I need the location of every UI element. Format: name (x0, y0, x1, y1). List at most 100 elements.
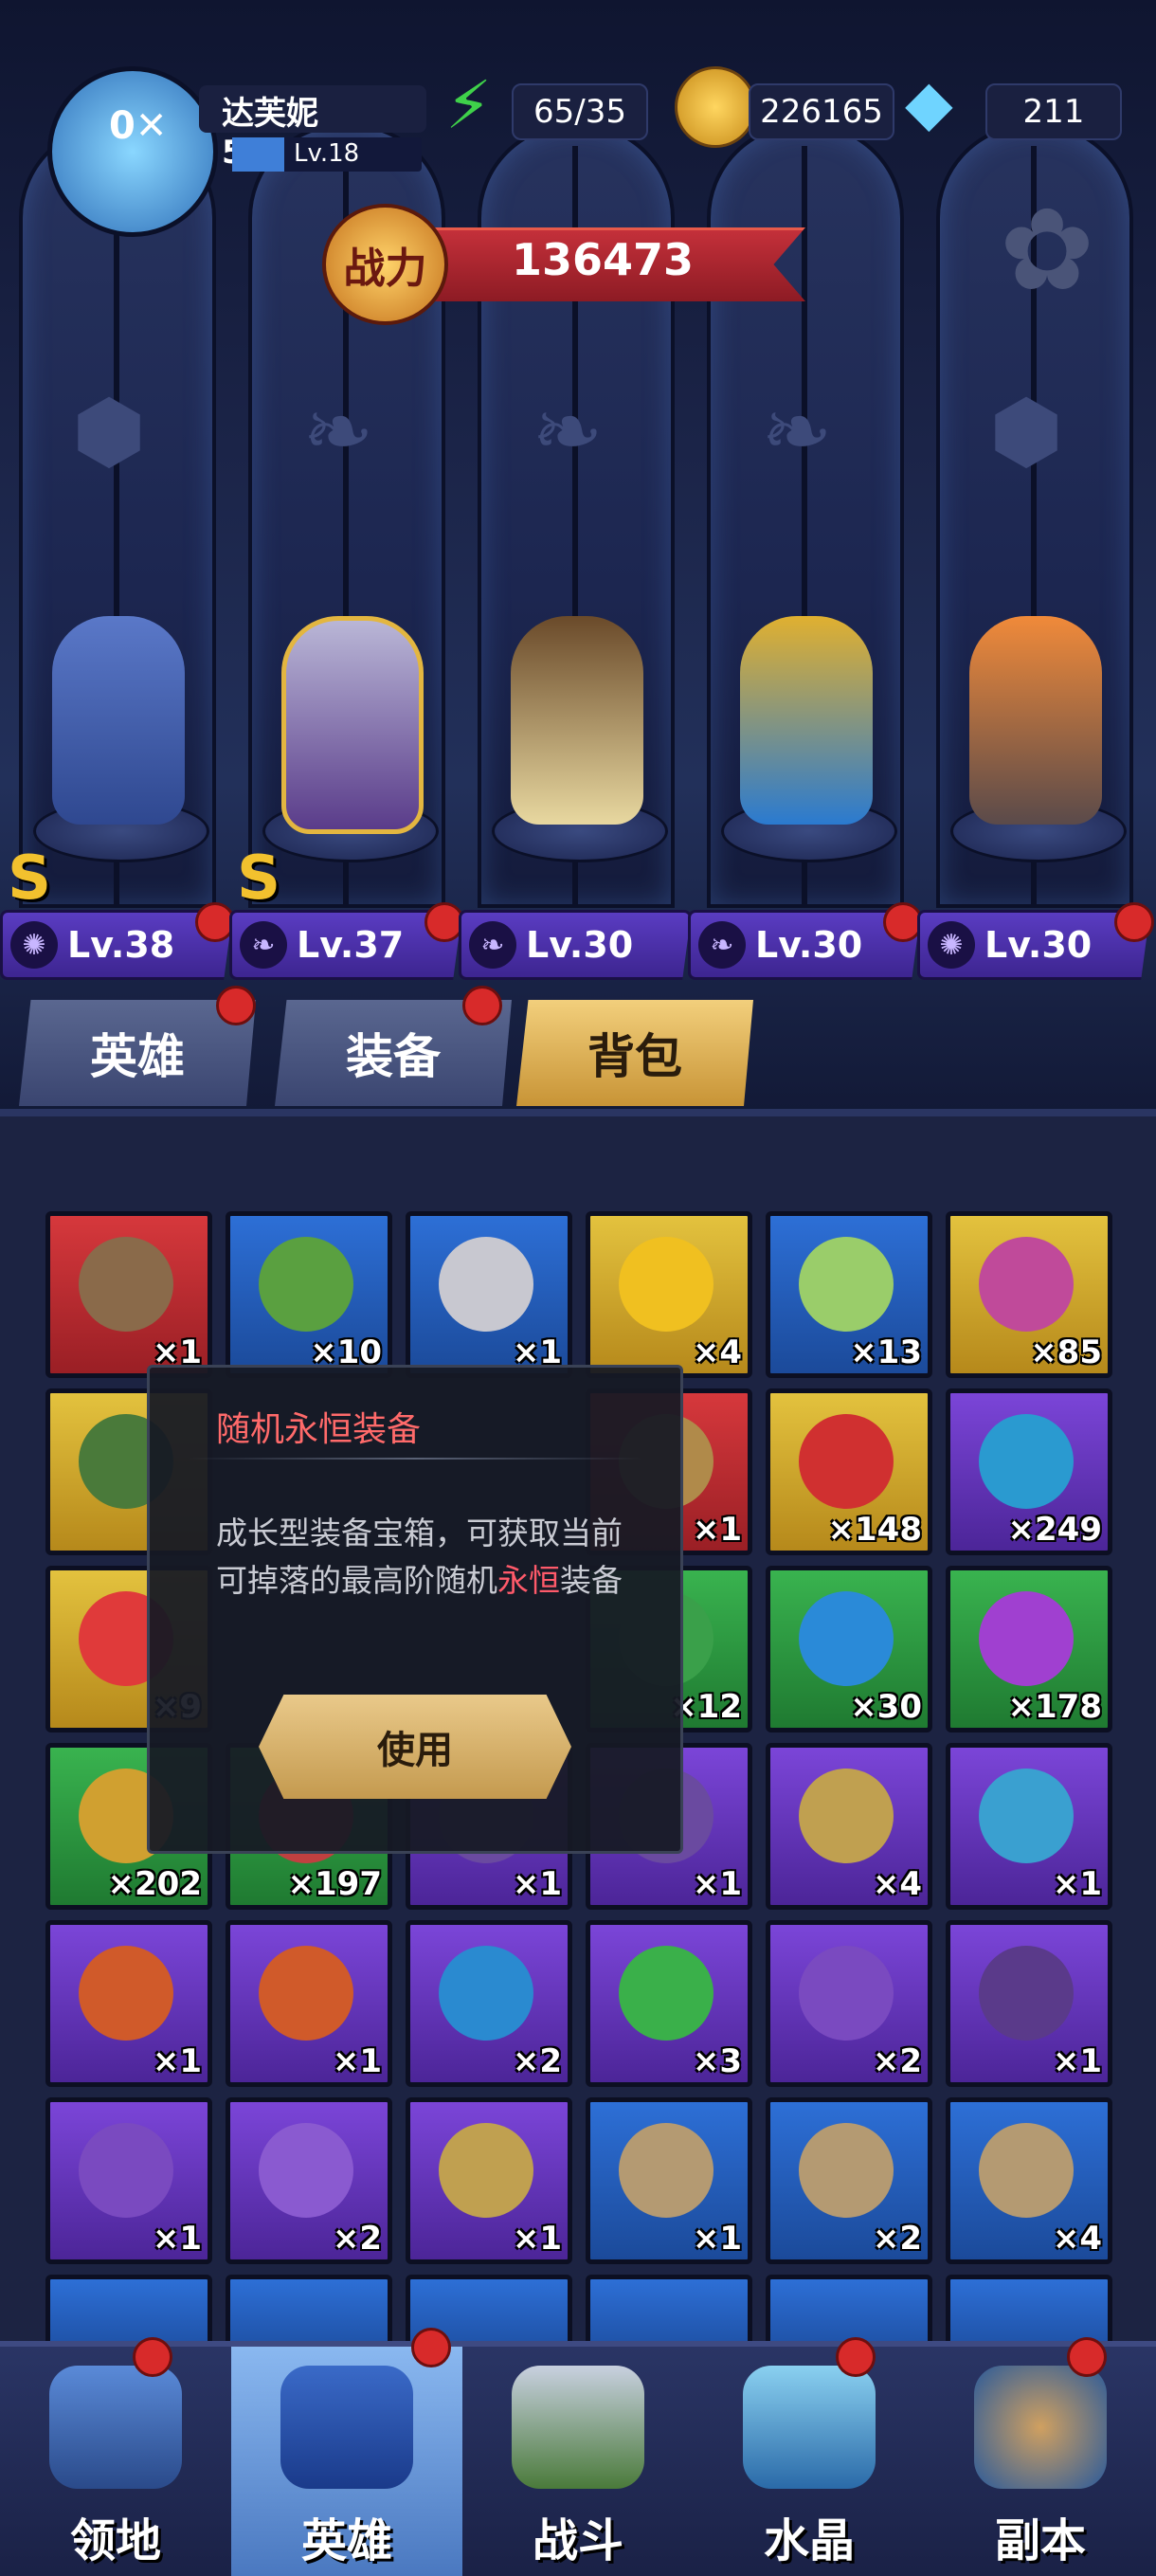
item-count: ×1 (692, 2220, 742, 2258)
power-banner: 战力 136473 (322, 204, 815, 325)
exp-fill (232, 137, 284, 172)
player-level: Lv.18 (294, 139, 360, 168)
inventory-slot[interactable]: ×148 (766, 1388, 932, 1555)
settings-flower-icon[interactable]: ✿ (976, 180, 1118, 322)
item-count: ×4 (872, 1865, 922, 1903)
claw-icon: ✺ (10, 921, 58, 969)
item-count: ×197 (287, 1865, 382, 1903)
wing-icon: ❧ (469, 921, 516, 969)
inventory-slot[interactable]: ×85 (946, 1211, 1112, 1378)
nav-dungeon[interactable]: 副本 (925, 2337, 1156, 2576)
stamina-value: 65/35 (512, 83, 648, 140)
gem-icon[interactable]: ◆ (905, 66, 981, 142)
inventory-slot[interactable]: ×2 (226, 2097, 392, 2264)
divider (188, 1458, 642, 1460)
cloak-dark-emblem-icon (979, 1946, 1074, 2041)
item-count: ×1 (1052, 1865, 1102, 1903)
inventory-slot[interactable]: ×1 (45, 2097, 212, 2264)
nav-territory[interactable]: 领地 (0, 2337, 231, 2576)
sword-icon (512, 2366, 644, 2489)
bottom-nav: 领地 英雄 战斗 水晶 副本 (0, 2328, 1156, 2576)
gold-coin-icon[interactable] (675, 66, 756, 148)
nav-crystal[interactable]: 水晶 (694, 2337, 925, 2576)
cloak-purple-emblem-icon (799, 1946, 894, 2041)
notification-dot (195, 902, 235, 942)
golden-leaf-icon (619, 1237, 713, 1332)
claw-emblem-icon: ⬢ (71, 381, 147, 481)
tab-backpack[interactable]: 背包 (516, 1000, 753, 1106)
use-button[interactable]: 使用 (259, 1695, 571, 1799)
hero-slot-5[interactable] (931, 597, 1140, 862)
inventory-slot[interactable]: ×2 (766, 2097, 932, 2264)
item-desc-highlight: 永恒 (497, 1562, 560, 1599)
inventory-slot[interactable]: ×13 (766, 1211, 932, 1378)
claw-icon: ✺ (928, 921, 975, 969)
inventory-slot[interactable]: ×4 (946, 2097, 1112, 2264)
notification-dot (411, 2328, 451, 2367)
wing-emblem-icon: ❧ (532, 381, 604, 481)
inventory-slot[interactable]: ×1 (45, 1211, 212, 1378)
item-count: ×1 (512, 2220, 562, 2258)
item-count: ×148 (827, 1511, 922, 1549)
wing-emblem-icon: ❧ (761, 381, 833, 481)
green-leaf-icon (799, 1237, 894, 1332)
heart-chest-icon (979, 1237, 1074, 1332)
inventory-slot[interactable]: ×3 (586, 1920, 752, 2087)
inventory-slot[interactable]: ×249 (946, 1388, 1112, 1555)
player-avatar[interactable]: 0✕ (38, 47, 218, 237)
hero-level: Lv.30 (984, 924, 1093, 966)
hero-slot-2[interactable] (244, 597, 452, 862)
cloak-lightning-emblem-icon (439, 1946, 533, 2041)
inventory-slot[interactable]: ×1 (406, 2097, 572, 2264)
stamina-icon[interactable]: ⚡ (445, 66, 521, 144)
hero-level: Lv.38 (67, 924, 175, 966)
inventory-slot[interactable]: ×4 (586, 1211, 752, 1378)
inventory-slot[interactable]: ×178 (946, 1566, 1112, 1732)
hero-slot-4[interactable] (702, 597, 911, 862)
inventory-slot[interactable]: ×1 (946, 1743, 1112, 1910)
inventory-slot[interactable]: ×4 (766, 1743, 932, 1910)
item-count: ×1 (1052, 2042, 1102, 2080)
inventory-slot[interactable]: ×10 (226, 1211, 392, 1378)
nav-battle[interactable]: 战斗 (462, 2347, 694, 2576)
cloak-skull-emblem-icon (619, 1946, 713, 2041)
power-value: 136473 (512, 234, 695, 285)
rank-badge: S (8, 844, 52, 914)
inventory-slot[interactable]: ×1 (45, 1920, 212, 2087)
claw-emblem-icon: ⬢ (988, 381, 1064, 481)
hero-level: Lv.37 (297, 924, 405, 966)
hero-level-bar[interactable]: ❧ Lv.30 (459, 910, 692, 980)
inventory-slot[interactable]: ×2 (766, 1920, 932, 2087)
red-rune-icon (799, 1414, 894, 1509)
inventory-slot[interactable]: ×1 (946, 1920, 1112, 2087)
hero-pharaoh-figure (740, 616, 873, 825)
notification-dot (883, 902, 923, 942)
item-count: ×1 (152, 2220, 202, 2258)
blue-gem-icon (799, 1591, 894, 1686)
inventory-slot[interactable]: ×1 (586, 2097, 752, 2264)
hero-sorceress-figure (281, 616, 424, 834)
inventory-slot[interactable]: ×1 (226, 1920, 392, 2087)
close-icon: 0✕ (109, 104, 168, 148)
scroll-icon (439, 1237, 533, 1332)
cloak-purple-emblem-icon (79, 2123, 173, 2218)
hero-slot-3[interactable] (473, 597, 681, 862)
notification-dot (424, 902, 464, 942)
inventory-slot[interactable]: ×2 (406, 1920, 572, 2087)
hero-slot-1[interactable] (14, 597, 223, 862)
item-count: ×1 (152, 2042, 202, 2080)
item-count: ×178 (1007, 1688, 1102, 1726)
inventory-slot[interactable]: ×1 (406, 1211, 572, 1378)
nav-heroes[interactable]: 英雄 (231, 2328, 462, 2576)
power-label: 战力 (322, 204, 448, 325)
item-count: ×30 (850, 1688, 922, 1726)
item-description: 成长型装备宝箱，可获取当前可掉落的最高阶随机永恒装备 (216, 1510, 623, 1605)
wing-emblem-icon: ❧ (302, 381, 374, 481)
item-count: ×1 (332, 2042, 382, 2080)
blue-rune-icon (979, 1414, 1074, 1509)
cloak-gold-emblem-icon (799, 1769, 894, 1863)
inventory-slot[interactable]: ×30 (766, 1566, 932, 1732)
item-desc-suffix: 装备 (560, 1562, 623, 1599)
hero-goddess-figure (511, 616, 643, 825)
item-count: ×13 (850, 1333, 922, 1371)
